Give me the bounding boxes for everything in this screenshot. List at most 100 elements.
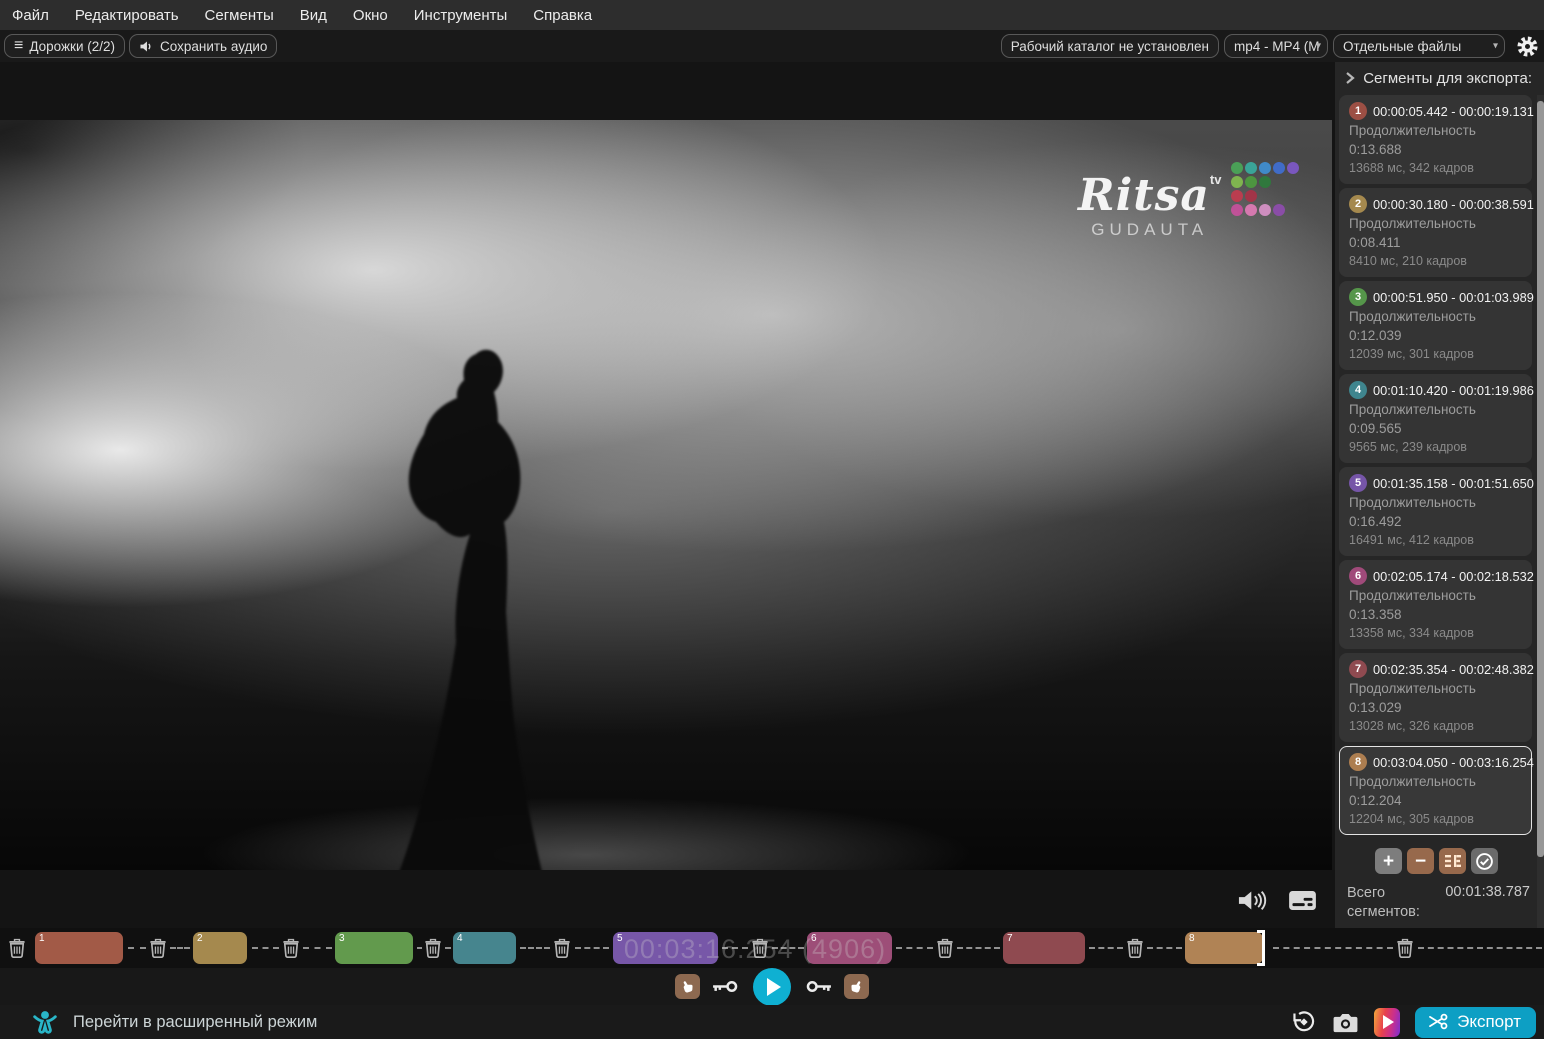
timeline-trash-button[interactable] [282,938,300,958]
menu-bar: Файл Редактировать Сегменты Вид Окно Инс… [0,0,1544,30]
add-segment-button[interactable]: + [1375,848,1402,874]
video-area: Ritsatv GUDAUTA [0,62,1335,928]
timeline-segment[interactable]: 4 [453,932,516,964]
advanced-mode-label: Перейти в расширенный режим [73,1013,317,1032]
timeline-segment-number: 3 [339,933,345,944]
menu-view[interactable]: Вид [287,7,340,24]
segment-duration-label: Продолжительность [1349,307,1522,326]
segment-card[interactable]: 700:02:35.354 - 00:02:48.382Продолжитель… [1339,653,1532,742]
rotate-button[interactable] [1291,1009,1317,1035]
timeline-segment[interactable]: 2 [193,932,247,964]
timeline-trash-button[interactable] [936,938,954,958]
timeline-trash-button[interactable] [8,938,26,958]
timeline-segment[interactable]: 7 [1003,932,1085,964]
working-dir-button[interactable]: Рабочий каталог не установлен [1001,34,1219,58]
hand-left-icon [678,977,697,996]
timeline-trash-button[interactable] [149,938,167,958]
segment-range: 00:03:04.050 - 00:03:16.254 [1373,755,1534,770]
segment-details: 13028 мс, 326 кадров [1349,717,1522,735]
timeline-trash-button[interactable] [751,938,769,958]
timeline-segment-number: 1 [39,933,45,944]
segment-card[interactable]: 500:01:35.158 - 00:01:51.650Продолжитель… [1339,467,1532,556]
timeline-trash-button[interactable] [553,938,571,958]
logo-dot [1231,190,1243,202]
save-audio-button[interactable]: Сохранить аудио [129,34,277,58]
logo-dot [1259,204,1271,216]
subtitles-icon[interactable] [1288,889,1317,912]
menu-tools[interactable]: Инструменты [401,7,521,24]
timeline-segment[interactable]: 1 [35,932,123,964]
menu-segments[interactable]: Сегменты [192,7,287,24]
settings-button[interactable] [1514,33,1540,59]
next-keyframe-button[interactable] [806,979,833,995]
watermark-title: Ritsatv [1078,158,1221,218]
timeline-gap-dash [170,947,190,949]
segment-details: 16491 мс, 412 кадров [1349,531,1522,549]
playhead[interactable] [1262,930,1265,966]
timeline-trash-button[interactable] [424,938,442,958]
timeline-trash-button[interactable] [1396,938,1414,958]
chevron-down-icon: ▾ [1316,41,1321,52]
segment-card[interactable]: 300:00:51.950 - 00:01:03.989Продолжитель… [1339,281,1532,370]
hand-right-icon [847,977,866,996]
tracks-button[interactable]: ≡ Дорожки (2/2) [4,34,125,58]
menu-help[interactable]: Справка [520,7,605,24]
simple-mode-toggle[interactable]: Перейти в расширенный режим [0,1008,317,1036]
timeline-segment[interactable]: 8 [1185,932,1263,964]
logo-dot [1259,176,1271,188]
segment-range: 00:02:05.174 - 00:02:18.532 [1373,569,1534,584]
segment-details: 13358 мс, 334 кадров [1349,624,1522,642]
collapse-panel-chevron-icon[interactable] [1345,71,1355,85]
screenshot-button[interactable] [1332,1011,1359,1034]
segment-duration-label: Продолжительность [1349,400,1522,419]
scrollbar-thumb[interactable] [1537,101,1544,857]
play-button[interactable] [753,968,791,1006]
segment-duration: 0:09.565 [1349,419,1522,438]
export-button[interactable]: Экспорт [1415,1007,1536,1038]
timeline-gap-dash [445,947,451,949]
prev-keyframe-button[interactable] [711,979,738,995]
timeline-trash-button[interactable] [1126,938,1144,958]
split-segment-button[interactable] [1439,848,1466,874]
segments-scrollbar[interactable] [1537,95,1544,928]
logo-dot [1273,162,1285,174]
segment-duration-label: Продолжительность [1349,493,1522,512]
logo-dot [1273,204,1285,216]
output-mode-select[interactable]: Отдельные файлы ▾ [1333,34,1505,58]
timeline-segment-number: 4 [457,933,463,944]
timeline-gap-dash [252,947,279,949]
figure-silhouette [358,342,602,870]
segment-card[interactable]: 100:00:05.442 - 00:00:19.131Продолжитель… [1339,95,1532,184]
volume-icon[interactable] [1236,887,1270,914]
app-icon[interactable] [1374,1008,1400,1037]
segment-range: 00:01:35.158 - 00:01:51.650 [1373,476,1534,491]
segment-duration-label: Продолжительность [1349,772,1522,791]
menu-window[interactable]: Окно [340,7,401,24]
segment-duration: 0:13.688 [1349,140,1522,159]
losslesscut-window: Файл Редактировать Сегменты Вид Окно Инс… [0,0,1544,1039]
menu-file[interactable]: Файл [0,7,62,24]
logo-dot [1245,162,1257,174]
output-format-select[interactable]: mp4 - MP4 (M ▾ [1224,34,1328,58]
timeline-gap-dash [417,947,422,949]
timeline-gap-dash [957,947,1000,949]
menu-edit[interactable]: Редактировать [62,7,192,24]
timeline-gap-dash [1147,947,1182,949]
timeline-segment[interactable]: 3 [335,932,413,964]
watermark: Ritsatv GUDAUTA [1078,158,1299,240]
logo-dot [1231,162,1243,174]
segment-duration-label: Продолжительность [1349,121,1522,140]
set-cut-start-button[interactable] [675,974,700,999]
segment-card[interactable]: 600:02:05.174 - 00:02:18.532Продолжитель… [1339,560,1532,649]
set-cut-end-button[interactable] [844,974,869,999]
timeline[interactable]: 00:03:16.254 (4906) 12345678 [0,928,1544,968]
segment-card[interactable]: 400:01:10.420 - 00:01:19.986Продолжитель… [1339,374,1532,463]
save-audio-label: Сохранить аудио [160,39,267,54]
split-icon [1444,854,1462,868]
video-canvas[interactable]: Ritsatv GUDAUTA [0,120,1332,870]
select-segments-button[interactable] [1471,848,1498,874]
remove-segment-button[interactable]: − [1407,848,1434,874]
segment-card[interactable]: 800:03:04.050 - 00:03:16.254Продолжитель… [1339,746,1532,835]
segment-range: 00:00:51.950 - 00:01:03.989 [1373,290,1534,305]
segment-card[interactable]: 200:00:30.180 - 00:00:38.591Продолжитель… [1339,188,1532,277]
